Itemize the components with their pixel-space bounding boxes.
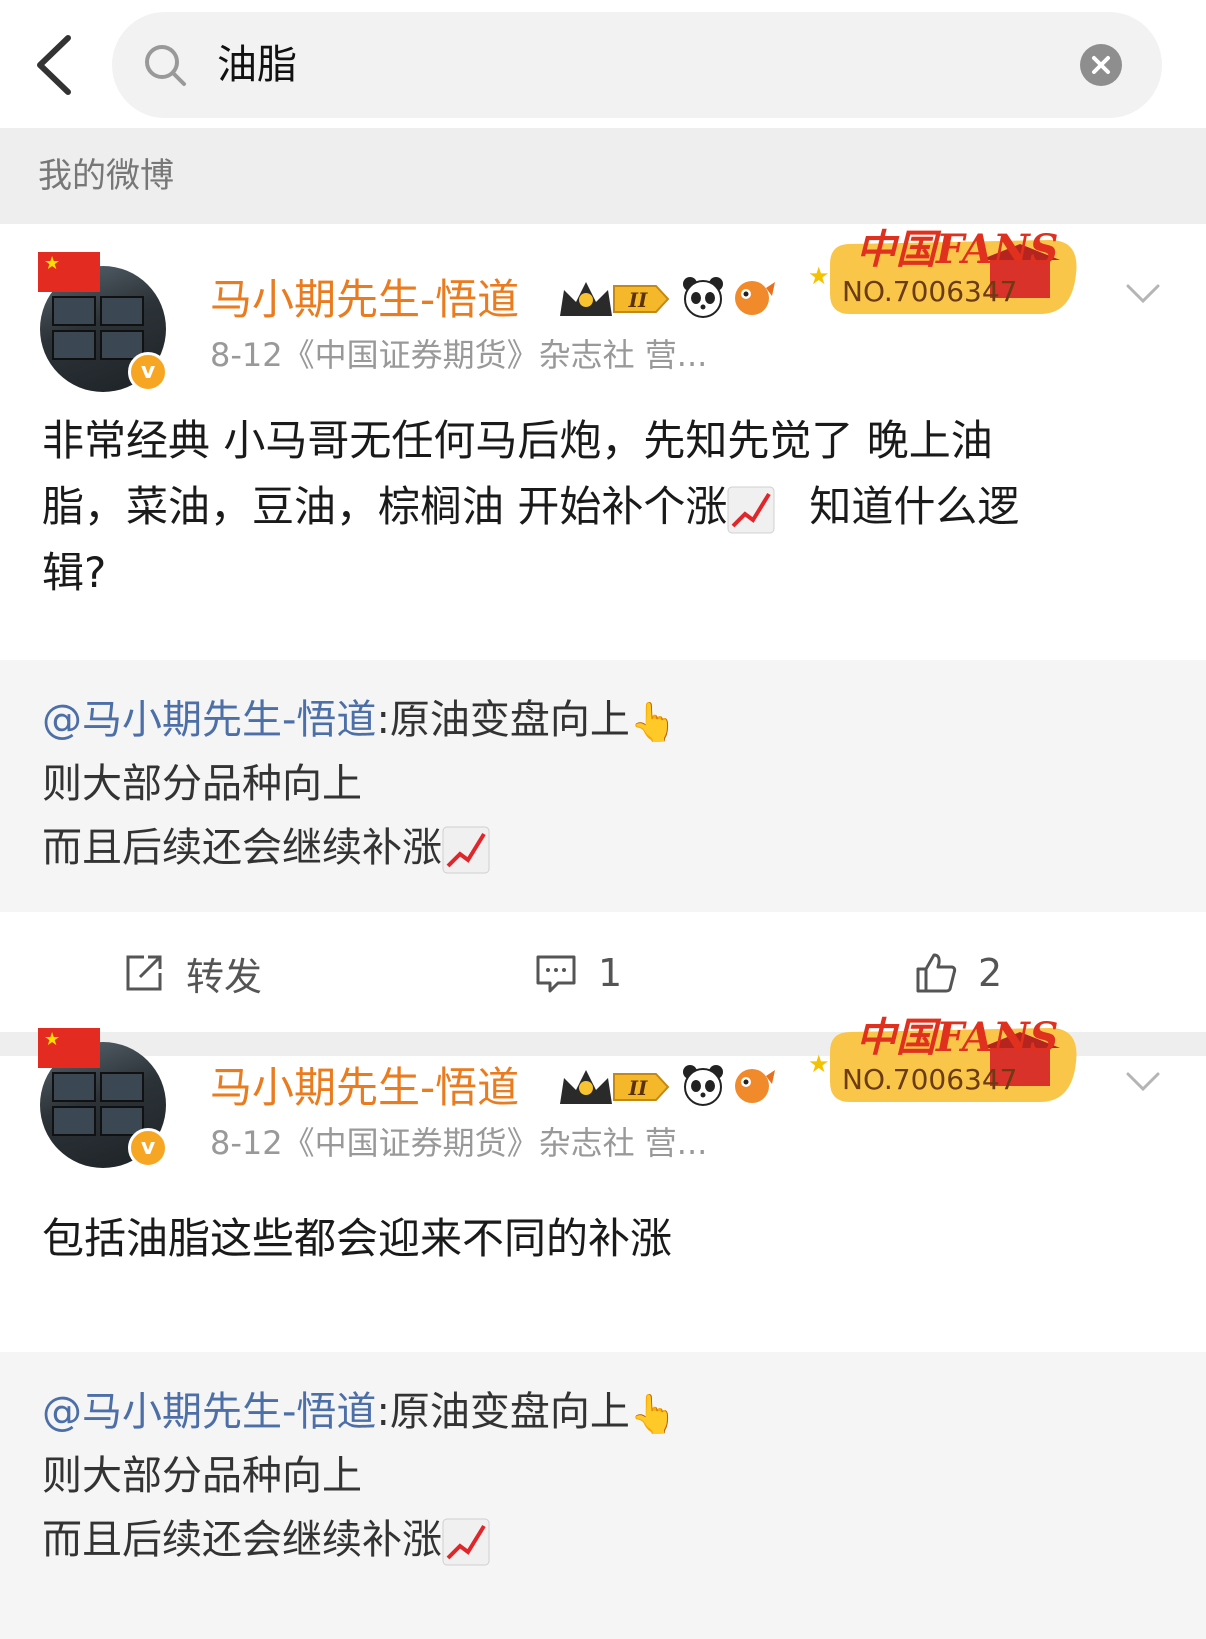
panda-icon [683, 1065, 723, 1106]
quote-text: :原油变盘向上 [376, 697, 630, 743]
avatar[interactable]: ★ v [38, 252, 180, 392]
fans-badge: ★ 中国FANS NO.7006347 [810, 224, 1110, 324]
svg-text:★: ★ [810, 1050, 830, 1078]
chart-increasing-emoji [442, 826, 490, 874]
search-icon [142, 42, 188, 88]
fish-icon [735, 1069, 775, 1103]
like-icon [916, 953, 957, 993]
repost-button[interactable]: 转发 [122, 948, 263, 999]
username[interactable]: 马小期先生-悟道 [210, 1060, 519, 1116]
post-text-line: 非常经典 小马哥无任何马后炮，先知先觉了 晚上油 [42, 416, 993, 465]
badge-level: II [628, 288, 648, 312]
fans-badge-number: NO.7006347 [842, 1063, 1018, 1096]
quote-text: 而且后续还会继续补涨 [42, 1517, 442, 1563]
section-title: 我的微博 [38, 156, 174, 196]
post-text-segment: 脂，菜油，豆油，棕榈油 开始补个涨 [42, 482, 728, 531]
pointing-up-emoji: 👆 [629, 700, 678, 744]
post-text-line: 脂，菜油，豆油，棕榈油 开始补个涨 知道什么逻 [42, 474, 1162, 540]
quoted-post[interactable]: @马小期先生-悟道:原油变盘向上👆 则大部分品种向上 而且后续还会继续补涨 [0, 1352, 1206, 1639]
quote-line: 而且后续还会继续补涨 [42, 820, 490, 876]
quote-line: 则大部分品种向上 [42, 1453, 362, 1499]
repost-label: 转发 [186, 954, 263, 999]
badge-level: II [628, 1076, 648, 1100]
crown-badge-icon: II [560, 282, 670, 316]
quote-text: 而且后续还会继续补涨 [42, 825, 442, 871]
quote-line: @马小期先生-悟道:原油变盘向上👆 [42, 692, 677, 750]
post-text: 包括油脂这些都会迎来不同的补涨 [42, 1214, 673, 1263]
avatar[interactable]: ★ v [38, 1028, 180, 1168]
verified-icon: v [128, 352, 168, 392]
post-card[interactable]: ★ v 马小期先生-悟道 II ★ 中国FANS NO.7006347 8-12… [0, 1014, 1206, 1639]
quoted-post[interactable]: @马小期先生-悟道:原油变盘向上👆 则大部分品种向上 而且后续还会继续补涨 [0, 660, 1206, 912]
post-text: 非常经典 小马哥无任何马后炮，先知先觉了 晚上油 脂，菜油，豆油，棕榈油 开始补… [42, 408, 1162, 606]
fans-badge: ★ 中国FANS NO.7006347 [810, 1012, 1110, 1112]
chevron-down-icon[interactable] [1124, 274, 1162, 312]
quote-line: 则大部分品种向上 [42, 761, 362, 807]
comment-icon [536, 955, 576, 993]
like-count: 2 [978, 951, 1003, 995]
search-input[interactable]: 油脂 [112, 12, 1162, 118]
post-text-line: 辑? [42, 548, 107, 597]
fans-badge-title: 中国FANS [856, 226, 1059, 273]
post-card[interactable]: ★ v 马小期先生-悟道 II ★ 中国FANS NO.7006347 8-12… [0, 224, 1206, 1032]
top-bar: 油脂 [0, 0, 1206, 128]
crown-badge-icon: II [560, 1070, 670, 1104]
svg-text:★: ★ [810, 262, 830, 290]
panda-icon [683, 277, 723, 318]
chevron-down-icon[interactable] [1124, 1062, 1162, 1100]
fish-icon [735, 281, 775, 315]
section-header: 我的微博 [0, 128, 1206, 224]
quote-line: @马小期先生-悟道:原油变盘向上👆 [42, 1384, 677, 1442]
quote-line: 而且后续还会继续补涨 [42, 1512, 490, 1568]
chart-increasing-emoji [442, 1518, 490, 1566]
chart-increasing-emoji [727, 486, 775, 533]
post-meta: 8-12《中国证券期货》杂志社 营... [210, 1124, 708, 1162]
back-arrow-icon[interactable] [30, 30, 80, 100]
username[interactable]: 马小期先生-悟道 [210, 272, 519, 328]
comment-button[interactable]: 1 [534, 948, 622, 998]
fans-badge-number: NO.7006347 [842, 275, 1018, 308]
search-query[interactable]: 油脂 [217, 38, 297, 92]
mention-link[interactable]: @马小期先生-悟道 [42, 1389, 376, 1435]
fans-badge-title: 中国FANS [856, 1014, 1059, 1061]
clear-icon[interactable] [1080, 44, 1122, 86]
verified-icon: v [128, 1128, 168, 1168]
mention-link[interactable]: @马小期先生-悟道 [42, 697, 376, 743]
pointing-up-emoji: 👆 [629, 1392, 678, 1436]
post-text-segment: 知道什么逻 [809, 482, 1020, 531]
china-flag-icon: ★ [38, 1028, 100, 1068]
comment-count: 1 [598, 951, 623, 995]
post-meta: 8-12《中国证券期货》杂志社 营... [210, 336, 708, 374]
repost-icon [126, 955, 162, 991]
quote-text: :原油变盘向上 [376, 1389, 630, 1435]
like-button[interactable]: 2 [914, 948, 1002, 998]
china-flag-icon: ★ [38, 252, 100, 292]
